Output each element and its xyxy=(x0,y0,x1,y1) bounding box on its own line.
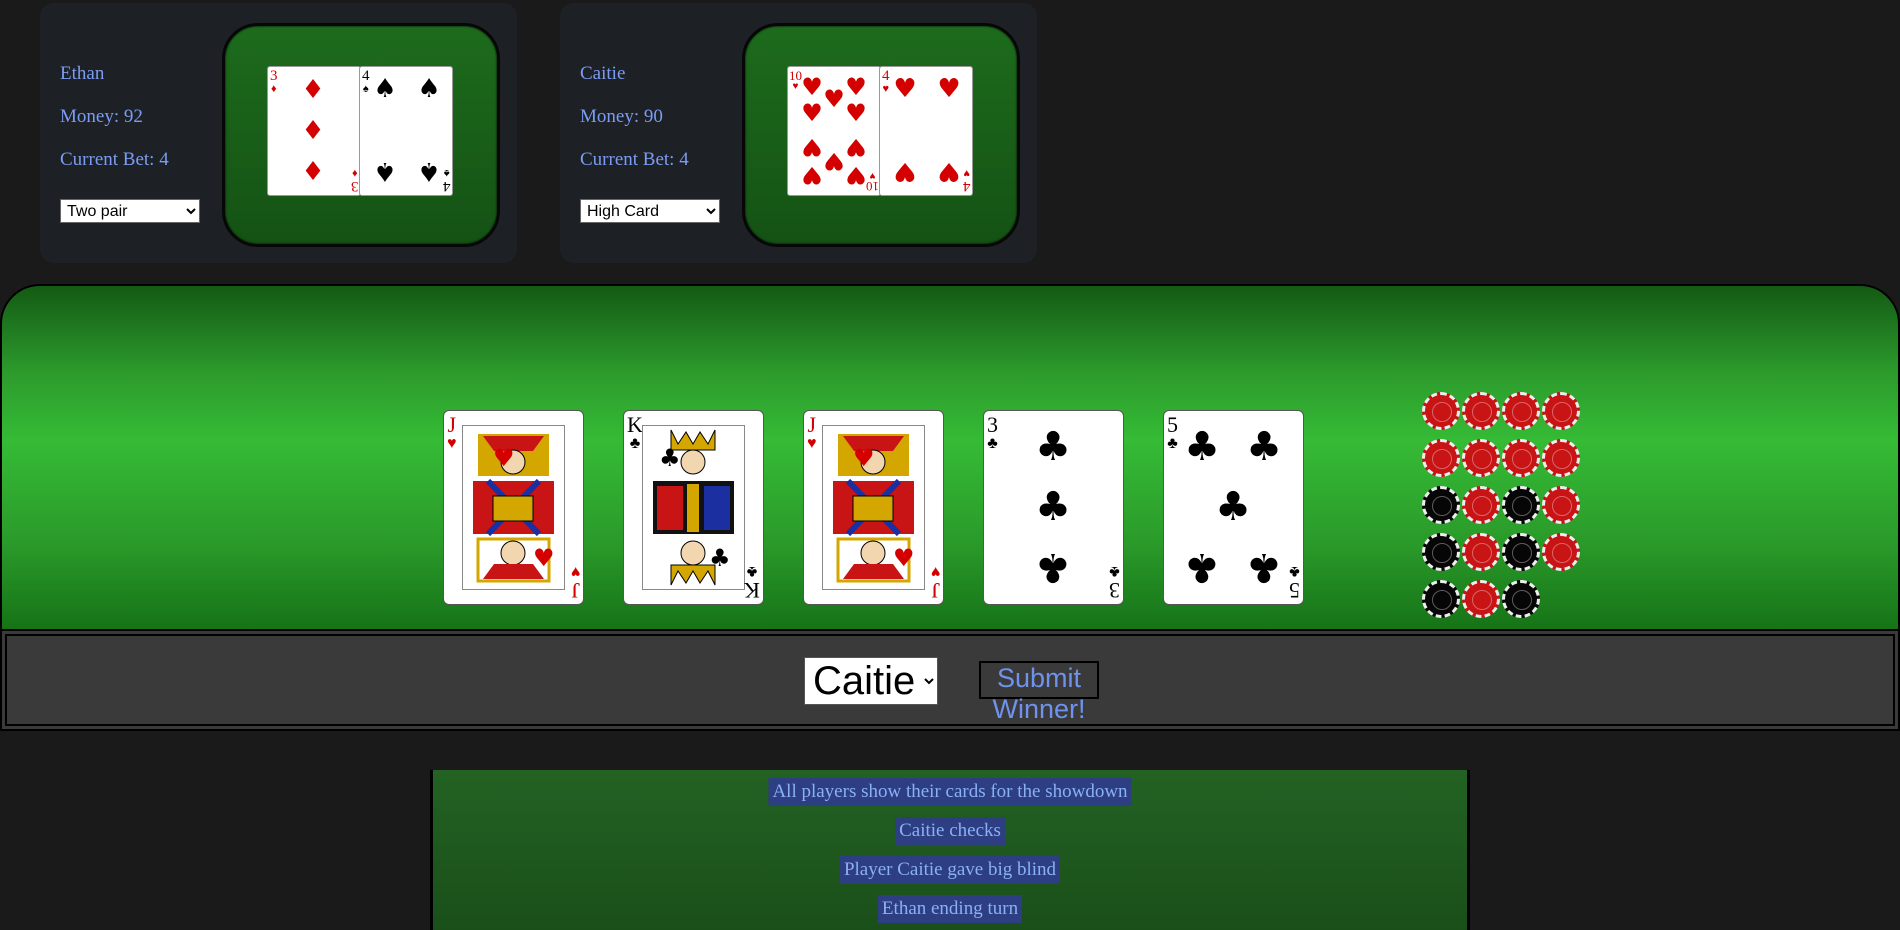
svg-text:♥: ♥ xyxy=(493,444,515,472)
spade-icon: ♠ xyxy=(417,156,441,186)
card-rank: 4 xyxy=(362,68,370,84)
player-info: Ethan Money: 92 Current Bet: 4 xyxy=(60,63,169,192)
community-card: J ♥ ♥ ♥ J ♥ xyxy=(443,410,584,605)
club-icon: ♣ xyxy=(1246,424,1282,470)
heart-icon: ♥ xyxy=(937,74,961,104)
player-panel-ethan: Ethan Money: 92 Current Bet: 4 Two pair … xyxy=(40,3,517,263)
poker-chip-red xyxy=(1542,533,1580,571)
card-rank: 5 xyxy=(1167,412,1178,437)
spade-icon: ♠ xyxy=(373,74,397,104)
heart-icon: ♥ xyxy=(893,156,917,186)
card-rank: K xyxy=(627,412,643,437)
heart-icon: ♥ xyxy=(845,161,867,189)
player-money: Money: 90 xyxy=(580,106,663,127)
club-icon: ♣ xyxy=(1246,544,1282,590)
svg-text:♥: ♥ xyxy=(533,544,555,572)
player-info: Caitie Money: 90 Current Bet: 4 xyxy=(580,63,689,192)
poker-chip-red xyxy=(1462,439,1500,477)
diamond-icon: ♦ xyxy=(301,75,325,105)
hole-card: 4 ♥ ♥ ♥ ♥ ♥ 4 ♥ xyxy=(879,66,973,196)
log-entry: Player Caitie gave big blind xyxy=(839,856,1061,884)
poker-chip-red xyxy=(1502,392,1540,430)
player-hand: 10 ♥ ♥ ♥ ♥ ♥ ♥ ♥ ♥ ♥ ♥ ♥ 10 ♥ 4 ♥ ♥ ♥ ♥ ♥ 4… xyxy=(742,23,1020,247)
jack-of-hearts-face: ♥ ♥ xyxy=(462,425,565,590)
heart-icon: ♥ xyxy=(937,156,961,186)
hole-card: 3 ♦ ♦ ♦ ♦ 3 ♦ xyxy=(267,66,361,196)
game-log: All players show their cards for the sho… xyxy=(430,770,1470,930)
jack-of-hearts-face: ♥ ♥ xyxy=(822,425,925,590)
card-rank: 3 xyxy=(987,412,998,437)
card-rank: 3 xyxy=(270,68,278,84)
svg-text:♥: ♥ xyxy=(853,444,875,472)
player-current-bet: Current Bet: 4 xyxy=(60,149,169,170)
log-entry: Caitie checks xyxy=(895,817,1005,845)
spade-icon: ♠ xyxy=(417,74,441,104)
diamond-icon: ♦ xyxy=(301,157,325,187)
card-rank: 4 xyxy=(882,68,890,84)
pot-chips xyxy=(1422,392,1592,622)
hole-card: 10 ♥ ♥ ♥ ♥ ♥ ♥ ♥ ♥ ♥ ♥ ♥ 10 ♥ xyxy=(787,66,881,196)
log-entry: All players show their cards for the sho… xyxy=(768,778,1132,806)
card-rank: J xyxy=(447,412,457,437)
poker-chip-red xyxy=(1462,486,1500,524)
winner-select[interactable]: Caitie xyxy=(804,657,938,705)
poker-chip-red xyxy=(1542,439,1580,477)
club-icon: ♣ xyxy=(1184,424,1220,470)
heart-icon: ♥ xyxy=(801,99,823,127)
poker-chip-black xyxy=(1422,486,1460,524)
player-hand: 3 ♦ ♦ ♦ ♦ 3 ♦ 4 ♠ ♠ ♠ ♠ ♠ 4 ♠ xyxy=(222,23,500,247)
poker-chip-black xyxy=(1422,580,1460,618)
hole-card: 4 ♠ ♠ ♠ ♠ ♠ 4 ♠ xyxy=(359,66,453,196)
poker-chip-black xyxy=(1422,533,1460,571)
club-icon: ♣ xyxy=(1035,424,1071,470)
submit-winner-button[interactable]: Submit Winner! xyxy=(979,661,1099,724)
poker-chip-red xyxy=(1542,486,1580,524)
heart-icon: ♥ xyxy=(845,73,867,101)
diamond-icon: ♦ xyxy=(301,116,325,146)
club-icon: ♣ xyxy=(1215,484,1251,530)
community-card: 3 ♣ ♣ ♣ ♣ 3 ♣ xyxy=(983,410,1124,605)
svg-text:♣: ♣ xyxy=(659,444,681,472)
poker-chip-red xyxy=(1422,439,1460,477)
poker-table: J ♥ ♥ ♥ J ♥ K ♣ ♣ ♣ K ♣ J ♥ ♥ ♥ J ♥ 3 ♣ … xyxy=(0,284,1900,631)
poker-chip-red xyxy=(1462,392,1500,430)
card-rank: J xyxy=(807,412,817,437)
poker-chip-red xyxy=(1462,580,1500,618)
poker-chip-red xyxy=(1542,392,1580,430)
spade-icon: ♠ xyxy=(373,156,397,186)
club-icon: ♣ xyxy=(1035,484,1071,530)
poker-chip-black xyxy=(1502,580,1540,618)
club-icon: ♣ xyxy=(1035,544,1071,590)
community-card: 5 ♣ ♣ ♣ ♣ ♣ ♣ 5 ♣ xyxy=(1163,410,1304,605)
hand-rank-select[interactable]: High Card xyxy=(580,199,720,223)
heart-icon: ♥ xyxy=(845,133,867,161)
heart-icon: ♥ xyxy=(823,85,845,113)
hand-rank-select[interactable]: Two pair xyxy=(60,199,200,223)
club-icon: ♣ xyxy=(1184,544,1220,590)
winner-bar: Caitie Submit Winner! xyxy=(0,629,1900,731)
heart-icon: ♥ xyxy=(823,147,845,175)
heart-icon: ♥ xyxy=(893,74,917,104)
player-panel-caitie: Caitie Money: 90 Current Bet: 4 High Car… xyxy=(560,3,1037,263)
poker-chip-black xyxy=(1502,486,1540,524)
svg-text:♣: ♣ xyxy=(709,544,731,572)
player-current-bet: Current Bet: 4 xyxy=(580,149,689,170)
player-money: Money: 92 xyxy=(60,106,143,127)
poker-chip-red xyxy=(1462,533,1500,571)
player-name: Caitie xyxy=(580,63,626,84)
poker-chip-red xyxy=(1422,392,1460,430)
community-card: K ♣ ♣ ♣ K ♣ xyxy=(623,410,764,605)
log-entry: Ethan ending turn xyxy=(877,895,1023,923)
svg-text:♥: ♥ xyxy=(893,544,915,572)
heart-icon: ♥ xyxy=(801,73,823,101)
king-of-clubs-face: ♣ ♣ xyxy=(642,425,745,590)
heart-icon: ♥ xyxy=(845,99,867,127)
poker-chip-black xyxy=(1502,533,1540,571)
heart-icon: ♥ xyxy=(801,161,823,189)
community-card: J ♥ ♥ ♥ J ♥ xyxy=(803,410,944,605)
poker-chip-red xyxy=(1502,439,1540,477)
player-name: Ethan xyxy=(60,63,105,84)
heart-icon: ♥ xyxy=(801,133,823,161)
